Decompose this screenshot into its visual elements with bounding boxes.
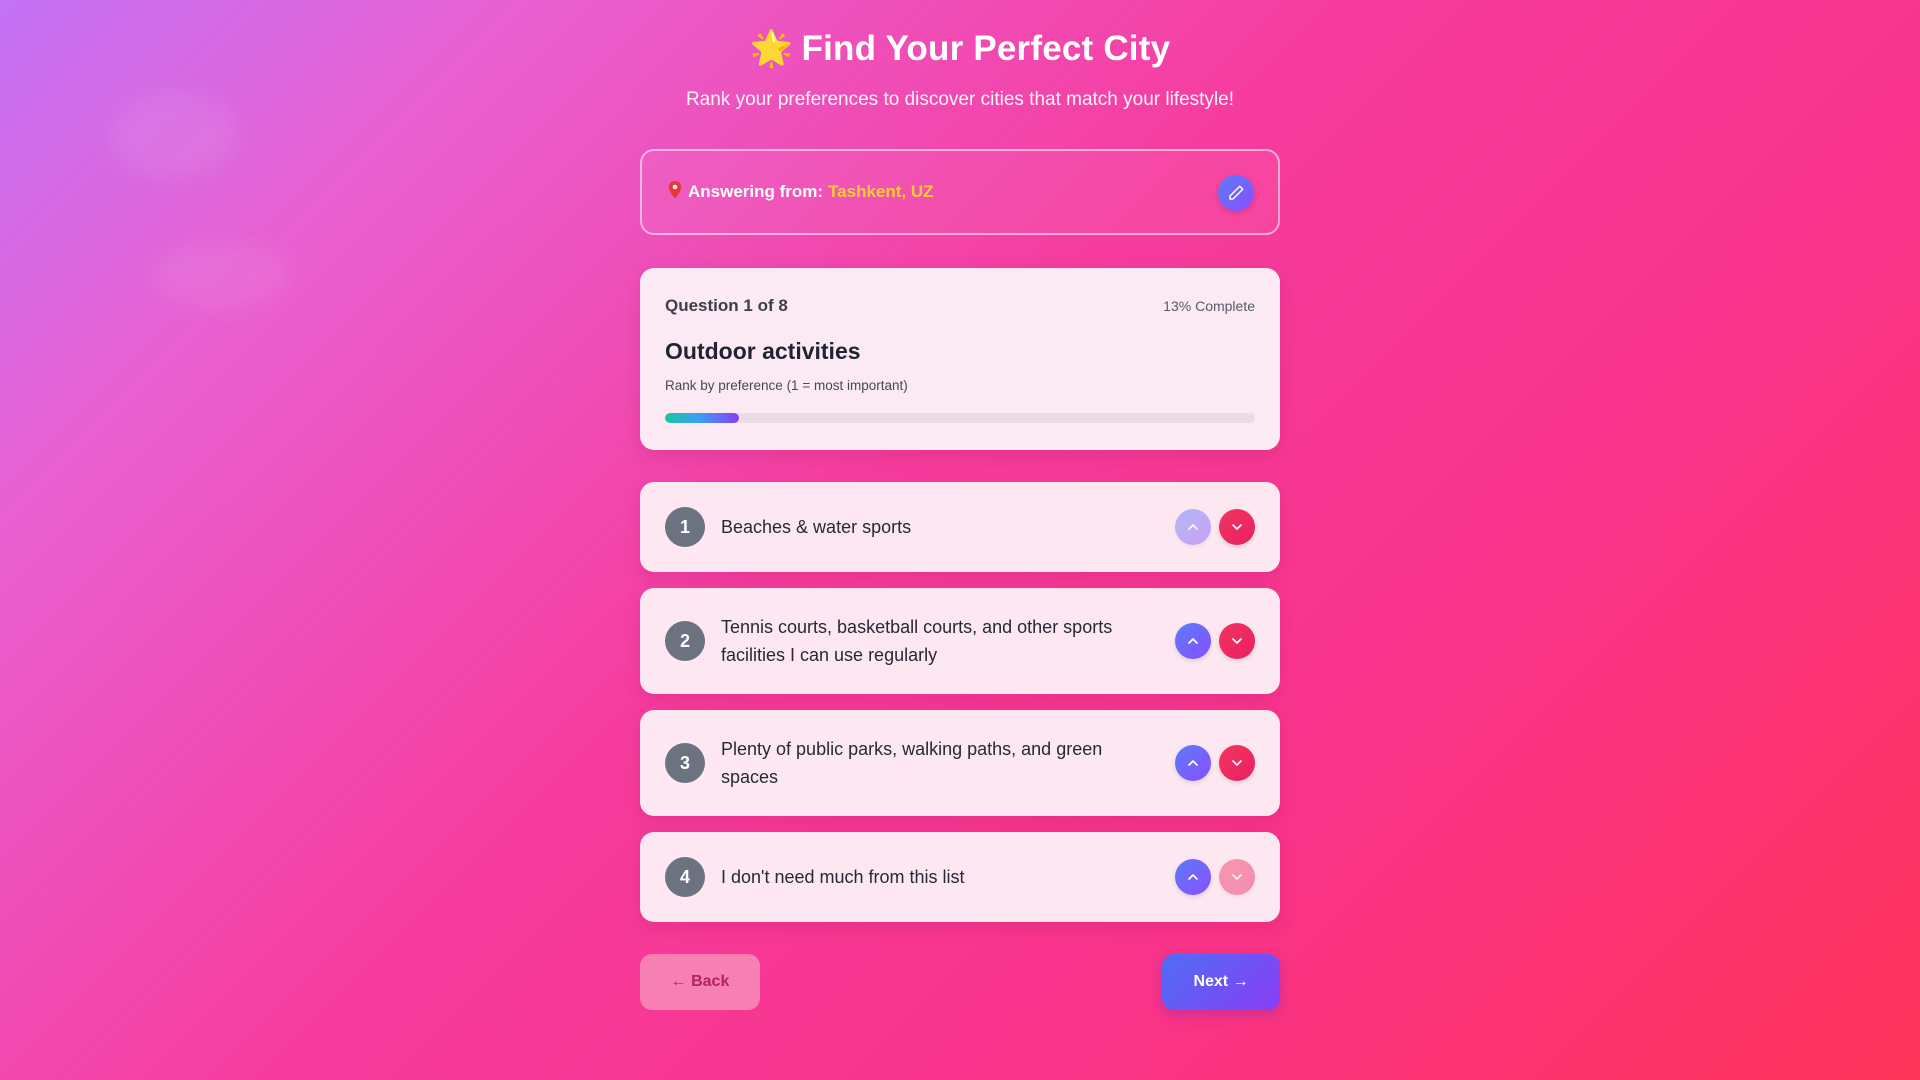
question-counter: Question 1 of 8 xyxy=(665,296,788,315)
rank-badge: 3 xyxy=(665,743,705,783)
edit-location-button[interactable] xyxy=(1218,175,1254,211)
rank-controls xyxy=(1175,859,1255,895)
chevron-up-icon xyxy=(1185,519,1201,535)
completion-percent: 13% Complete xyxy=(1163,298,1255,314)
chevron-up-icon xyxy=(1185,869,1201,885)
move-down-button[interactable] xyxy=(1219,623,1255,659)
move-up-button[interactable] xyxy=(1175,623,1211,659)
location-bar: Answering from: Tashkent, UZ xyxy=(640,149,1280,235)
location-label: Answering from: xyxy=(688,182,824,201)
pencil-icon xyxy=(1227,184,1245,202)
list-item[interactable]: 3 Plenty of public parks, walking paths,… xyxy=(640,710,1280,816)
move-up-button[interactable] xyxy=(1175,509,1211,545)
background-smudge xyxy=(110,90,240,180)
list-item[interactable]: 1 Beaches & water sports xyxy=(640,482,1280,572)
option-label: I don't need much from this list xyxy=(721,867,965,887)
location-value: Tashkent, UZ xyxy=(828,182,934,201)
rank-controls xyxy=(1175,509,1255,545)
next-button[interactable]: Next → xyxy=(1162,954,1280,1010)
rank-badge: 2 xyxy=(665,621,705,661)
rank-badge: 1 xyxy=(665,507,705,547)
move-up-button[interactable] xyxy=(1175,859,1211,895)
chevron-up-icon xyxy=(1185,633,1201,649)
option-label: Tennis courts, basketball courts, and ot… xyxy=(721,617,1113,665)
back-button[interactable]: ← Back xyxy=(640,954,760,1010)
page-title: 🌟 Find Your Perfect City xyxy=(640,28,1280,69)
chevron-up-icon xyxy=(1185,755,1201,771)
map-pin-icon xyxy=(668,180,682,204)
move-down-button[interactable] xyxy=(1219,745,1255,781)
rank-controls xyxy=(1175,745,1255,781)
chevron-down-icon xyxy=(1229,869,1245,885)
move-down-button[interactable] xyxy=(1219,509,1255,545)
progress-bar xyxy=(665,413,1255,423)
list-item[interactable]: 4 I don't need much from this list xyxy=(640,832,1280,922)
progress-fill xyxy=(665,413,739,423)
question-card: Question 1 of 8 13% Complete Outdoor act… xyxy=(640,268,1280,450)
star-icon: 🌟 xyxy=(749,29,794,68)
page-subtitle: Rank your preferences to discover cities… xyxy=(685,89,1235,110)
rank-controls xyxy=(1175,623,1255,659)
question-title: Outdoor activities xyxy=(665,338,861,364)
chevron-down-icon xyxy=(1229,633,1245,649)
move-down-button[interactable] xyxy=(1219,859,1255,895)
question-hint: Rank by preference (1 = most important) xyxy=(665,378,908,393)
option-label: Plenty of public parks, walking paths, a… xyxy=(721,739,1103,787)
list-item[interactable]: 2 Tennis courts, basketball courts, and … xyxy=(640,588,1280,694)
background-smudge xyxy=(150,240,290,310)
page-title-text: Find Your Perfect City xyxy=(801,29,1171,68)
chevron-down-icon xyxy=(1229,755,1245,771)
chevron-down-icon xyxy=(1229,519,1245,535)
option-label: Beaches & water sports xyxy=(721,517,912,537)
move-up-button[interactable] xyxy=(1175,745,1211,781)
rank-badge: 4 xyxy=(665,857,705,897)
